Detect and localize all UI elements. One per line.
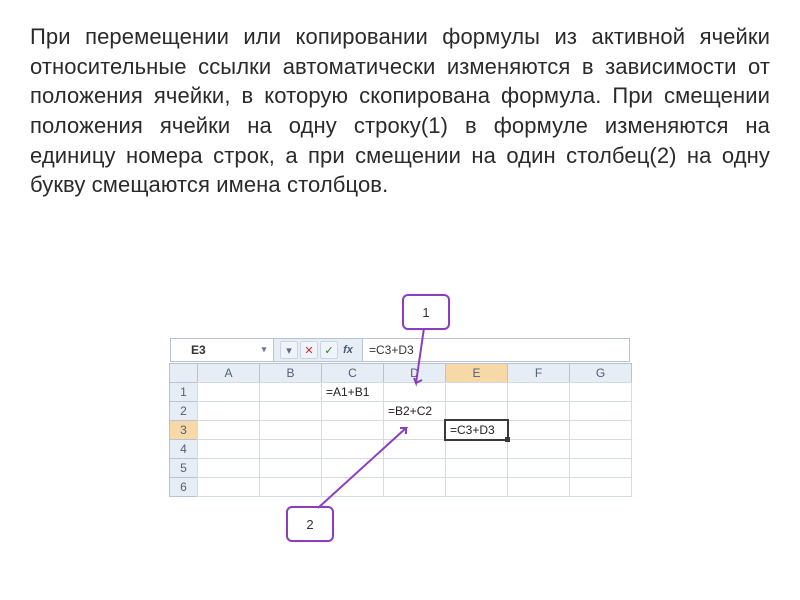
row-header-3[interactable]: 3 [169, 420, 198, 440]
cell-B1[interactable] [259, 382, 322, 402]
cell-E4[interactable] [445, 439, 508, 459]
cell-C2[interactable] [321, 401, 384, 421]
col-header-G[interactable]: G [569, 363, 632, 383]
cell-E1[interactable] [445, 382, 508, 402]
row-header-4[interactable]: 4 [169, 439, 198, 459]
paragraph: При перемещении или копировании формулы … [30, 22, 770, 200]
row-header-1[interactable]: 1 [169, 382, 198, 402]
cell-A5[interactable] [197, 458, 260, 478]
row-header-6[interactable]: 6 [169, 477, 198, 497]
cell-F5[interactable] [507, 458, 570, 478]
name-box[interactable]: E3 ▾ [171, 339, 274, 361]
cell-G4[interactable] [569, 439, 632, 459]
cell-G3[interactable] [569, 420, 632, 440]
callout-2: 2 [286, 506, 334, 542]
cell-F2[interactable] [507, 401, 570, 421]
cell-B6[interactable] [259, 477, 322, 497]
formula-bar-input[interactable]: =C3+D3 [363, 339, 629, 361]
cell-E6[interactable] [445, 477, 508, 497]
cell-E3[interactable]: =C3+D3 [445, 420, 508, 440]
cell-F4[interactable] [507, 439, 570, 459]
cell-A1[interactable] [197, 382, 260, 402]
cell-G5[interactable] [569, 458, 632, 478]
name-box-value: E3 [191, 343, 206, 357]
cell-F1[interactable] [507, 382, 570, 402]
cell-B2[interactable] [259, 401, 322, 421]
col-header-F[interactable]: F [507, 363, 570, 383]
cell-A3[interactable] [197, 420, 260, 440]
cell-B3[interactable] [259, 420, 322, 440]
enter-icon[interactable]: ✓ [320, 341, 338, 359]
name-box-dropdown-icon[interactable]: ▾ [258, 343, 270, 355]
cell-F6[interactable] [507, 477, 570, 497]
cell-E5[interactable] [445, 458, 508, 478]
cell-G6[interactable] [569, 477, 632, 497]
cancel-icon[interactable]: ✕ [300, 341, 318, 359]
formula-bar-row: E3 ▾ ▾ ✕ ✓ fx =C3+D3 [170, 338, 630, 362]
col-header-C[interactable]: C [321, 363, 384, 383]
cell-A6[interactable] [197, 477, 260, 497]
select-all-corner[interactable] [169, 363, 198, 383]
row-header-2[interactable]: 2 [169, 401, 198, 421]
cell-E2[interactable] [445, 401, 508, 421]
cell-G2[interactable] [569, 401, 632, 421]
cell-B4[interactable] [259, 439, 322, 459]
callout-1: 1 [402, 294, 450, 330]
formula-bar-buttons: ▾ ✕ ✓ fx [274, 339, 363, 361]
row-header-5[interactable]: 5 [169, 458, 198, 478]
expand-formula-icon[interactable]: ▾ [280, 341, 298, 359]
cell-D2[interactable]: =B2+C2 [383, 401, 446, 421]
callout-2-label: 2 [306, 517, 313, 532]
cell-C1[interactable]: =A1+B1 [321, 382, 384, 402]
excel-mock: E3 ▾ ▾ ✕ ✓ fx =C3+D3 ABCDEFG1=A1+B12=B2+… [170, 338, 630, 578]
col-header-E[interactable]: E [445, 363, 508, 383]
cell-F3[interactable] [507, 420, 570, 440]
callout-1-label: 1 [422, 305, 429, 320]
cell-A4[interactable] [197, 439, 260, 459]
cell-A2[interactable] [197, 401, 260, 421]
cell-G1[interactable] [569, 382, 632, 402]
cell-B5[interactable] [259, 458, 322, 478]
col-header-B[interactable]: B [259, 363, 322, 383]
fx-icon[interactable]: fx [340, 342, 356, 358]
col-header-A[interactable]: A [197, 363, 260, 383]
